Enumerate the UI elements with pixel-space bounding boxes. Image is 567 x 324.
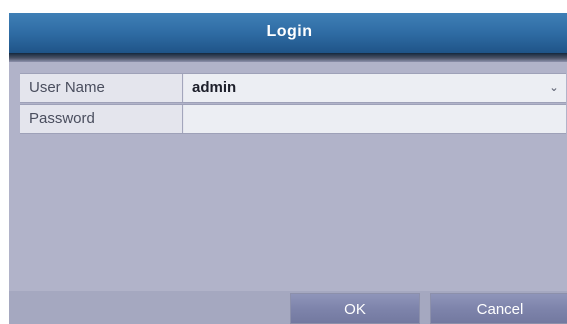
cancel-button[interactable]: Cancel: [430, 293, 567, 324]
dialog-footer: OK Cancel: [9, 291, 567, 324]
username-row: User Name admin ⌄: [20, 73, 566, 103]
login-dialog: Login User Name admin ⌄ Password OK Canc…: [9, 13, 567, 324]
login-form: User Name admin ⌄ Password: [20, 73, 566, 135]
chevron-down-icon[interactable]: ⌄: [548, 74, 560, 102]
password-label: Password: [20, 105, 183, 133]
password-field[interactable]: [184, 105, 566, 133]
dialog-title: Login: [266, 23, 313, 40]
password-row: Password: [20, 104, 566, 134]
titlebar-shadow: [9, 53, 567, 62]
username-label: User Name: [20, 74, 183, 102]
username-select[interactable]: admin ⌄: [184, 74, 566, 102]
username-value: admin: [192, 79, 237, 96]
dialog-titlebar: Login: [9, 13, 567, 53]
ok-button[interactable]: OK: [290, 293, 420, 324]
